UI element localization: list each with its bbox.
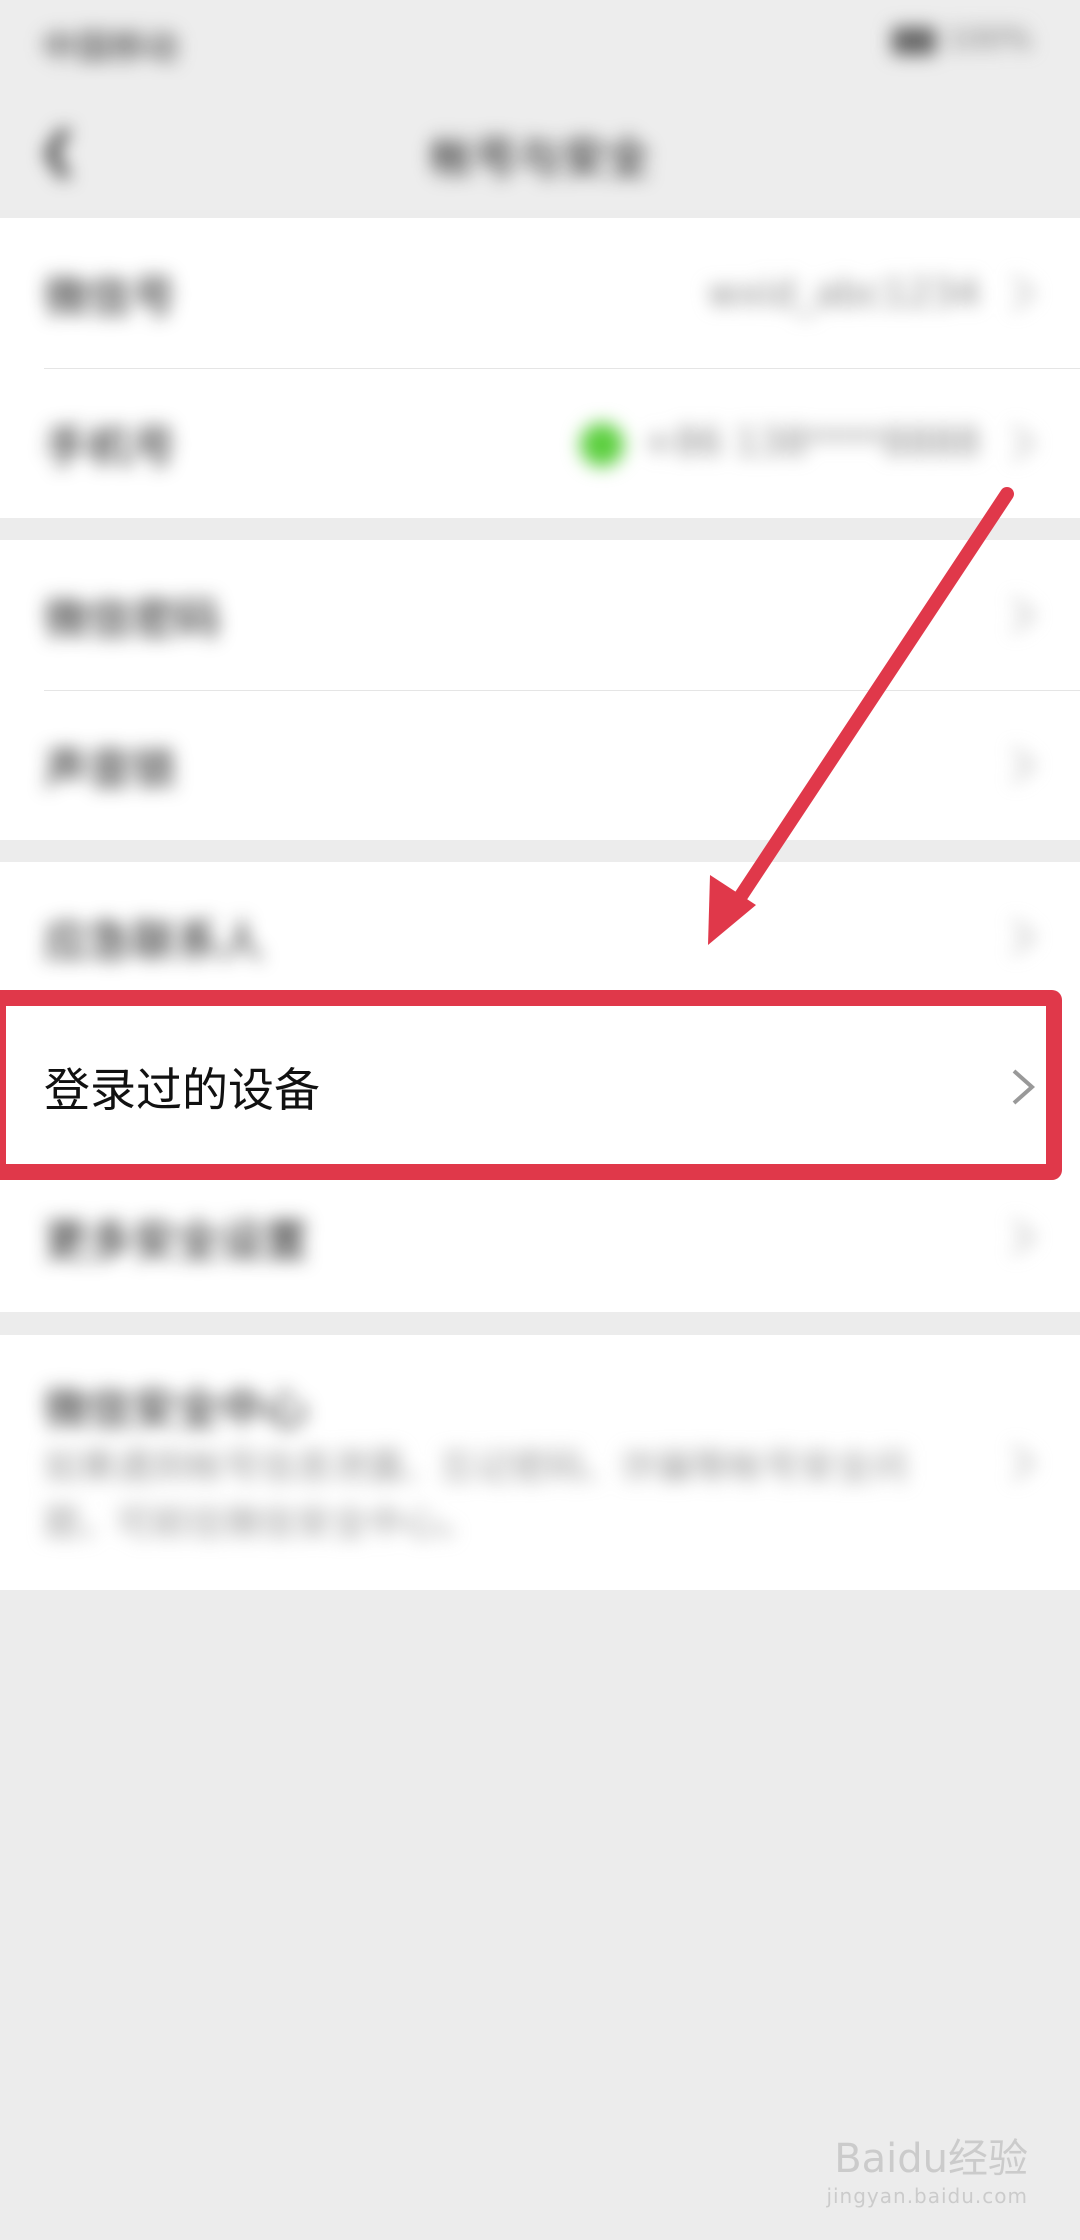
watermark-sub: jingyan.baidu.com: [826, 2184, 1028, 2208]
watermark-text: Baidu经验: [834, 2136, 1028, 2182]
annotation-arrow-icon: [708, 487, 1014, 945]
watermark: Baidu经验 jingyan.baidu.com: [826, 2126, 1028, 2208]
